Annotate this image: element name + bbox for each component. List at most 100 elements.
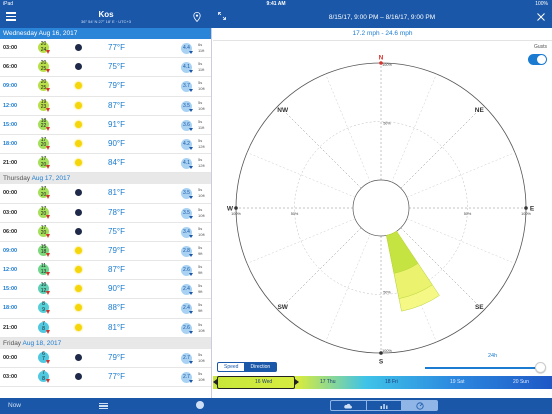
duration-slider-knob[interactable] — [535, 362, 546, 373]
forecast-row[interactable]: 06:00 20 25 75°F 4.1 5s 11ft — [0, 58, 211, 78]
rose-spoke — [400, 105, 484, 189]
status-bar: iPad 9:41 AM 100% — [0, 0, 552, 8]
forecast-row[interactable]: 09:00 15 18 79°F 2.8 5s 9ft — [0, 242, 211, 262]
temperature: 81°F — [108, 322, 125, 332]
wave-height-ft: 10ft — [198, 86, 205, 92]
wave-period: 5s 11ft — [198, 61, 204, 73]
moon-icon — [75, 63, 82, 71]
compass-icon — [416, 401, 424, 410]
wave-direction-icon — [189, 380, 193, 383]
date-range: 8/15/17, 9:00 PM – 8/16/17, 9:00 PM — [328, 14, 436, 21]
wave-period-value: 5s — [198, 80, 203, 86]
forecast-row[interactable]: 15:00 18 22 91°F 3.6 5s 11ft — [0, 116, 211, 135]
forecast-row[interactable]: 18:00 17 20 90°F 4.2 5s 12ft — [0, 135, 211, 155]
location-coords: 36° 54' N 27° 18' E · UTC+3 — [81, 19, 131, 24]
timeline-label: 20 Sun — [513, 379, 529, 385]
wind-direction-icon — [46, 126, 50, 131]
row-time: 03:00 — [3, 374, 18, 380]
timeline-label: 19 Sat — [450, 379, 465, 385]
forecast-row[interactable]: 03:00 20 24 77°F 4.4 6s 11ft — [0, 39, 211, 59]
sun-icon — [75, 82, 82, 90]
sun-icon — [75, 304, 82, 312]
temperature: 75°F — [108, 62, 125, 72]
forecast-row[interactable]: 03:00 78 77°F 2.7 5s 10ft — [0, 368, 211, 388]
forecast-row[interactable]: 21:00 78 81°F 2.6 5s 10ft — [0, 319, 211, 338]
temperature: 77°F — [108, 43, 125, 52]
wind-direction-icon — [46, 310, 50, 315]
forecast-row[interactable]: 03:00 17 20 78°F 3.5 5s 10ft — [0, 204, 211, 223]
sun-icon — [75, 266, 82, 274]
percent-label: 50% — [464, 212, 472, 216]
timeline-right-handle[interactable] — [295, 379, 299, 385]
wave-direction-icon — [189, 51, 193, 54]
forecast-row[interactable]: 12:00 19 23 87°F 3.5 5s 10ft — [0, 97, 211, 116]
list-icon[interactable] — [99, 403, 108, 409]
wave-period: 5s 9ft — [198, 302, 202, 314]
wave-height-ft: 10ft — [198, 105, 205, 111]
row-time: 18:00 — [3, 140, 18, 147]
row-time: 21:00 — [3, 324, 18, 331]
close-icon[interactable] — [536, 12, 546, 22]
bottom-toolbar: Now — [0, 398, 552, 414]
wave-height-ft: 9ft — [198, 289, 203, 295]
forecast-row[interactable]: 09:00 20 25 79°F 3.7 5s 10ft — [0, 77, 211, 97]
sun-icon — [75, 120, 82, 128]
wave-height-ft: 10ft — [198, 327, 205, 333]
moon-icon — [75, 208, 82, 216]
forecast-list[interactable]: Wednesday Aug 16, 2017 03:00 20 24 77°F 4… — [0, 28, 212, 398]
row-time: 21:00 — [3, 160, 18, 167]
wind-direction-icon — [46, 107, 50, 112]
mode-segmented-control: Speed Direction — [217, 362, 278, 372]
day-header: Friday Aug 18, 2017 — [0, 337, 211, 349]
wind-direction-icon — [46, 272, 50, 277]
wind-direction-icon — [46, 329, 50, 334]
timeline-bar[interactable]: 16 Wed 17 Thu 18 Fri 19 Sat 20 Sun — [213, 376, 552, 389]
wave-height-ft: 11ft — [198, 124, 205, 130]
tab-direction[interactable]: Direction — [244, 363, 277, 371]
wind-direction-icon — [46, 379, 50, 383]
compass-dot — [234, 206, 238, 210]
location-pin-icon[interactable] — [193, 12, 201, 22]
tab-speed[interactable]: Speed — [218, 363, 244, 371]
wind-direction-icon — [46, 145, 50, 150]
wave-period: 5s 10ft — [198, 371, 205, 383]
forecast-row[interactable]: 00:00 17 20 81°F 3.5 5s 10ft — [0, 184, 211, 204]
wind-direction-icon — [46, 359, 50, 364]
rose-spoke — [278, 227, 362, 311]
wave-period-value: 6s — [198, 42, 203, 47]
wind-direction-icon — [46, 69, 50, 74]
duration-slider-track[interactable] — [425, 367, 541, 369]
forecast-row[interactable]: 06:00 17 20 75°F 3.4 5s 10ft — [0, 223, 211, 242]
top-header: Kos 36° 54' N 27° 18' E · UTC+3 8/15/17,… — [0, 8, 552, 28]
forecast-row[interactable]: 00:00 67 79°F 2.7 5s 10ft — [0, 349, 211, 368]
wave-period: 5s 10ft — [198, 226, 205, 238]
temperature: 90°F — [108, 284, 125, 294]
tab-weather[interactable] — [331, 401, 367, 410]
row-time: 00:00 — [3, 190, 18, 197]
tab-chart[interactable] — [367, 401, 403, 410]
wind-rose-chart: NNEESESSWWNW100%50%100%50%100%50%100% 50% — [227, 55, 535, 366]
forecast-row[interactable]: 18:00 89 88°F 2.4 5s 9ft — [0, 299, 211, 319]
wave-period: 5s 10ft — [198, 207, 205, 219]
percent-label: 100% — [382, 63, 392, 67]
timeline-label: 16 Wed — [255, 379, 273, 385]
forecast-row[interactable]: 12:00 11 13 87°F 2.6 5s 9ft — [0, 261, 211, 281]
now-button[interactable]: Now — [8, 402, 21, 409]
wave-period: 6s 11ft — [198, 42, 204, 54]
wave-height-ft: 11ft — [198, 67, 205, 73]
tab-compass[interactable] — [402, 401, 438, 410]
forecast-row[interactable]: 15:00 10 12 90°F 2.4 5s 9ft — [0, 280, 211, 300]
moon-icon — [75, 44, 82, 51]
pie-chart-icon[interactable] — [196, 401, 204, 409]
timeline-label: 17 Thu — [320, 379, 336, 385]
wind-rose-panel: 17.2 mph - 24.6 mph Gusts N NE E SE S SW W NW 10… — [213, 28, 552, 398]
moon-icon — [75, 227, 82, 235]
row-time: 00:00 — [3, 354, 18, 361]
sun-icon — [75, 285, 82, 293]
forecast-row[interactable]: 21:00 17 20 84°F 4.1 5s 12ft — [0, 154, 211, 174]
wave-direction-icon — [189, 146, 193, 150]
wave-period-value: 5s — [198, 99, 203, 105]
wave-period-value: 5s — [198, 283, 203, 289]
percent-label: 100% — [521, 212, 531, 216]
wave-height-ft: 9ft — [198, 250, 203, 256]
